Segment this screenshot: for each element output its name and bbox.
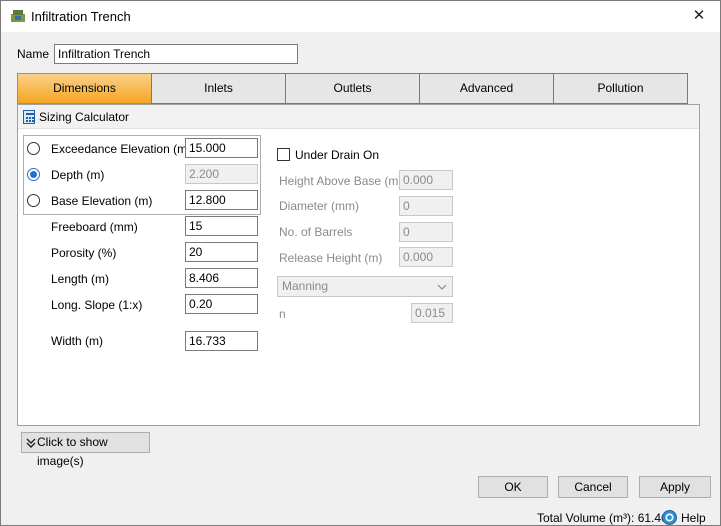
close-icon: ✕ [692, 7, 706, 24]
under-drain-checkbox[interactable] [277, 148, 290, 161]
name-input[interactable]: Infiltration Trench [54, 44, 298, 64]
sizing-calculator-bar[interactable]: Sizing Calculator [18, 105, 699, 129]
close-button[interactable]: ✕ [684, 5, 714, 27]
double-chevron-down-icon [26, 438, 36, 448]
title-bar: Infiltration Trench ✕ [1, 1, 720, 32]
sizing-calculator-label: Sizing Calculator [39, 110, 130, 124]
dimensions-panel: Sizing Calculator Exceedance Elevation (… [17, 104, 700, 426]
depth-input: 2.200 [185, 164, 258, 184]
length-label: Length (m) [51, 272, 110, 286]
tab-dimensions[interactable]: Dimensions [17, 73, 152, 104]
length-input[interactable]: 8.406 [185, 268, 258, 288]
exceedance-input[interactable]: 15.000 [185, 138, 258, 158]
width-input[interactable]: 16.733 [185, 331, 258, 351]
tab-outlets[interactable]: Outlets [285, 73, 420, 104]
freeboard-input[interactable]: 15 [185, 216, 258, 236]
total-volume-text: Total Volume (m³): 61.467 [537, 511, 675, 525]
base-elevation-radio[interactable] [27, 194, 40, 207]
release-height-label: Release Height (m) [279, 251, 383, 265]
slope-input[interactable]: 0.20 [185, 294, 258, 314]
porosity-label: Porosity (%) [51, 246, 117, 260]
tab-strip: Dimensions Inlets Outlets Advanced Pollu… [17, 73, 688, 104]
name-label: Name [17, 47, 50, 61]
depth-label: Depth (m) [51, 168, 105, 182]
cancel-button[interactable]: Cancel [558, 476, 628, 498]
tab-advanced[interactable]: Advanced [419, 73, 554, 104]
release-height-input: 0.000 [399, 247, 453, 267]
under-drain-label: Under Drain On [295, 148, 380, 162]
apply-button[interactable]: Apply [639, 476, 711, 498]
chevron-down-icon [437, 284, 447, 290]
height-above-base-input: 0.000 [399, 170, 453, 190]
barrels-label: No. of Barrels [279, 225, 353, 239]
trench-app-icon [11, 10, 25, 22]
slope-label: Long. Slope (1:x) [51, 298, 143, 312]
base-elevation-label: Base Elevation (m) [51, 194, 153, 208]
infiltration-trench-dialog: Infiltration Trench ✕ Name Infiltration … [0, 0, 721, 526]
ok-button[interactable]: OK [478, 476, 548, 498]
exceedance-label: Exceedance Elevation (m) [51, 142, 192, 156]
show-images-button[interactable]: Click to show image(s) [21, 432, 150, 468]
n-label: n [279, 307, 286, 321]
help-icon[interactable] [662, 510, 677, 525]
barrels-input: 0 [399, 222, 453, 242]
freeboard-label: Freeboard (mm) [51, 220, 138, 234]
base-elevation-input[interactable]: 12.800 [185, 190, 258, 210]
depth-radio[interactable] [27, 168, 40, 181]
diameter-label: Diameter (mm) [279, 199, 359, 213]
exceedance-radio[interactable] [27, 142, 40, 155]
show-images-label: Click to show image(s) [37, 435, 108, 468]
roughness-method-value: Manning [282, 279, 329, 293]
width-label: Width (m) [51, 334, 103, 348]
tab-inlets[interactable]: Inlets [151, 73, 286, 104]
tab-pollution[interactable]: Pollution [553, 73, 688, 104]
diameter-input: 0 [399, 196, 453, 216]
window-title: Infiltration Trench [31, 9, 131, 24]
roughness-method-select: Manning [277, 276, 453, 297]
help-link[interactable]: Help [681, 511, 706, 525]
n-input: 0.015 [411, 303, 453, 323]
porosity-input[interactable]: 20 [185, 242, 258, 262]
calculator-icon [23, 110, 35, 124]
height-above-base-label: Height Above Base (m) [279, 174, 403, 188]
